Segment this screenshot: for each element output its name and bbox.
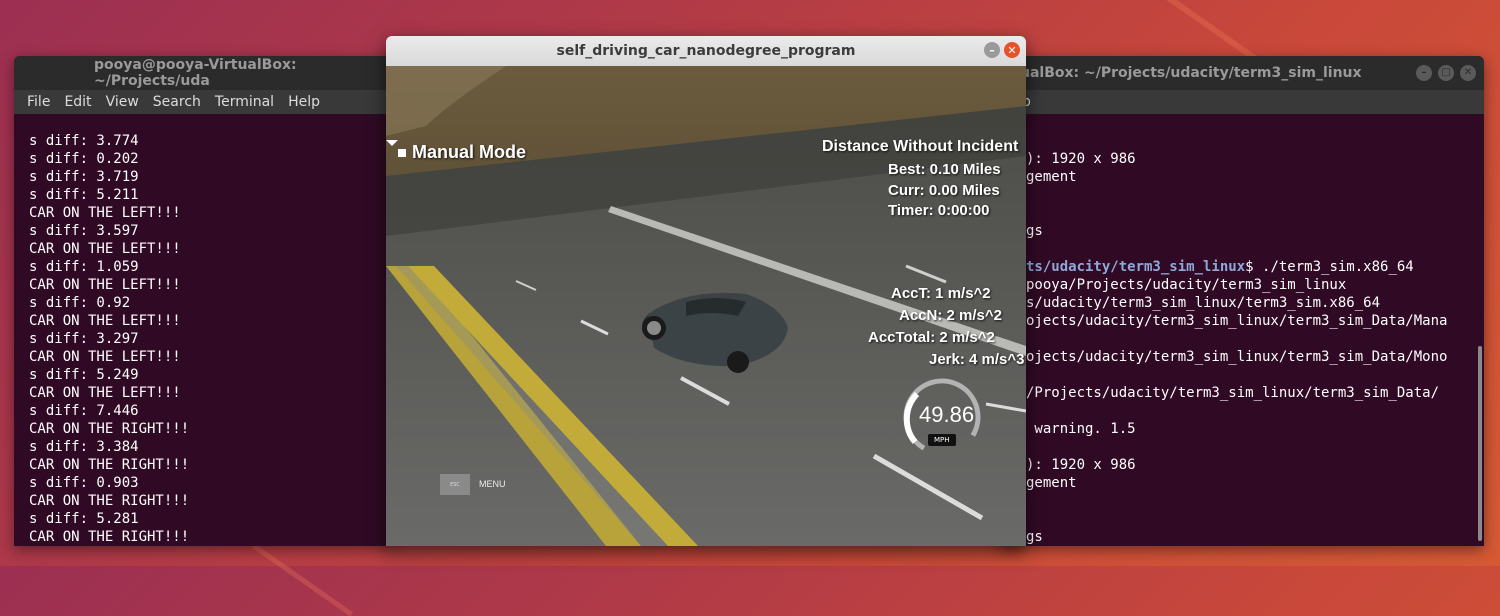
menu-label: MENU xyxy=(479,479,506,489)
menu-file[interactable]: File xyxy=(20,94,57,110)
right-terminal-menubar: p xyxy=(1000,90,1484,114)
terminal-line: s diff: 7.446 xyxy=(29,403,139,419)
speed-readout: 49.86 xyxy=(919,402,975,427)
speed-gauge-fill xyxy=(903,391,920,444)
acc-n: AccN: 2 m/s^2 xyxy=(899,307,1002,324)
menu-edit[interactable]: Edit xyxy=(57,94,98,110)
terminal-line: s diff: 0.92 xyxy=(29,295,131,311)
acc-t: AccT: 1 m/s^2 xyxy=(891,285,991,302)
mode-indicator[interactable]: Manual Mode xyxy=(398,142,526,163)
terminal-line: CAR ON THE LEFT!!! xyxy=(29,205,181,221)
acc-total: AccTotal: 2 m/s^2 xyxy=(868,329,995,346)
terminal-line: CAR ON THE LEFT!!! xyxy=(29,241,181,257)
terminal-line: /Projects/udacity/term3_sim_linux/term3_… xyxy=(1026,385,1440,401)
terminal-line: CAR ON THE RIGHT!!! xyxy=(29,457,190,473)
terminal-line: CAR ON THE RIGHT!!! xyxy=(29,493,190,509)
left-terminal-output[interactable]: s diff: 3.774 s diff: 0.202 s diff: 3.719 s… xyxy=(14,114,394,546)
mode-square-icon xyxy=(398,148,406,157)
terminal-line: ): 1920 x 986 xyxy=(1026,457,1136,473)
terminal-line: gement xyxy=(1026,475,1077,491)
terminal-line: ): 1920 x 986 xyxy=(1026,151,1136,167)
simulator-window-buttons: – ✕ xyxy=(984,42,1020,58)
terminal-line: s diff: 3.597 xyxy=(29,223,139,239)
minimize-icon[interactable]: – xyxy=(984,42,1000,58)
terminal-line: ojects/udacity/term3_sim_linux/term3_sim… xyxy=(1026,313,1448,329)
right-terminal-window[interactable]: ualBox: ~/Projects/udacity/term3_sim_lin… xyxy=(1000,56,1484,546)
menu-search[interactable]: Search xyxy=(146,94,208,110)
right-terminal-output[interactable]: ): 1920 x 986 gement gs ts/udacity/term3_si… xyxy=(1000,114,1484,546)
terminal-line: CAR ON THE RIGHT!!! xyxy=(29,529,190,545)
left-terminal-menubar: File Edit View Search Terminal Help xyxy=(14,90,394,114)
terminal-line: CAR ON THE LEFT!!! xyxy=(29,277,181,293)
best-distance: Best: 0.10 Miles xyxy=(888,161,1001,178)
terminal-line: s diff: 3.384 xyxy=(29,439,139,455)
terminal-line: s diff: 3.719 xyxy=(29,169,139,185)
simulator-title: self_driving_car_nanodegree_program xyxy=(556,43,856,59)
close-icon[interactable]: ✕ xyxy=(1004,42,1020,58)
terminal-line: CAR ON THE LEFT!!! xyxy=(29,313,181,329)
distance-header: Distance Without Incident xyxy=(822,138,1019,155)
simulator-viewport[interactable]: Manual Mode Distance Without Incident Be… xyxy=(386,66,1026,546)
prompt-path: ts/udacity/term3_sim_linux xyxy=(1026,259,1246,275)
terminal-line: gs xyxy=(1026,223,1043,239)
terminal-line: s diff: 0.903 xyxy=(29,475,139,491)
terminal-line: s diff: 5.211 xyxy=(29,187,139,203)
minimize-icon[interactable]: – xyxy=(1416,65,1432,81)
right-terminal-title: ualBox: ~/Projects/udacity/term3_sim_lin… xyxy=(1020,65,1362,81)
terminal-line: pooya/Projects/udacity/term3_sim_linux xyxy=(1026,277,1347,293)
terminal-line: CAR ON THE RIGHT!!! xyxy=(29,421,190,437)
speed-unit: MPH xyxy=(928,434,956,446)
menu-help[interactable]: Help xyxy=(281,94,327,110)
left-terminal-window[interactable]: pooya@pooya-VirtualBox: ~/Projects/uda F… xyxy=(14,56,394,546)
terminal-line: warning. 1.5 xyxy=(1026,421,1136,437)
simulator-window[interactable]: self_driving_car_nanodegree_program – ✕ xyxy=(386,36,1026,546)
terminal-line: s/udacity/term3_sim_linux/term3_sim.x86_… xyxy=(1026,295,1381,311)
right-terminal-scrollbar[interactable] xyxy=(1478,346,1482,541)
terminal-line: ojects/udacity/term3_sim_linux/term3_sim… xyxy=(1026,349,1448,365)
terminal-line: s diff: 3.774 xyxy=(29,133,139,149)
terminal-line: s diff: 5.249 xyxy=(29,367,139,383)
terminal-line: s diff: 3.297 xyxy=(29,331,139,347)
prompt-command: $ ./term3_sim.x86_64 xyxy=(1245,259,1414,275)
left-terminal-title: pooya@pooya-VirtualBox: ~/Projects/uda xyxy=(94,57,297,89)
esc-button[interactable]: ESC xyxy=(440,474,470,495)
menu-view[interactable]: View xyxy=(99,94,146,110)
maximize-icon[interactable]: □ xyxy=(1438,65,1454,81)
timer: Timer: 0:00:00 xyxy=(888,202,990,219)
simulator-titlebar[interactable]: self_driving_car_nanodegree_program – ✕ xyxy=(386,36,1026,66)
terminal-line: s diff: 5.281 xyxy=(29,511,139,527)
right-terminal-titlebar[interactable]: ualBox: ~/Projects/udacity/term3_sim_lin… xyxy=(1000,56,1484,90)
terminal-line: CAR ON THE LEFT!!! xyxy=(29,385,181,401)
left-terminal-titlebar[interactable]: pooya@pooya-VirtualBox: ~/Projects/uda xyxy=(14,56,394,90)
right-terminal-window-buttons: – □ ✕ xyxy=(1416,65,1476,81)
jerk: Jerk: 4 m/s^3 xyxy=(929,351,1025,368)
terminal-line: gement xyxy=(1026,169,1077,185)
terminal-line: gs xyxy=(1026,529,1043,545)
menu-terminal[interactable]: Terminal xyxy=(208,94,281,110)
terminal-line: s diff: 1.059 xyxy=(29,259,139,275)
current-distance: Curr: 0.00 Miles xyxy=(888,182,1000,199)
close-icon[interactable]: ✕ xyxy=(1460,65,1476,81)
mode-label: Manual Mode xyxy=(412,142,527,162)
terminal-line: s diff: 0.202 xyxy=(29,151,139,167)
terminal-line: CAR ON THE LEFT!!! xyxy=(29,349,181,365)
wallpaper-stripe xyxy=(251,543,354,616)
terminal-prompt-line: ts/udacity/term3_sim_linux$ ./term3_sim.… xyxy=(1026,258,1484,276)
